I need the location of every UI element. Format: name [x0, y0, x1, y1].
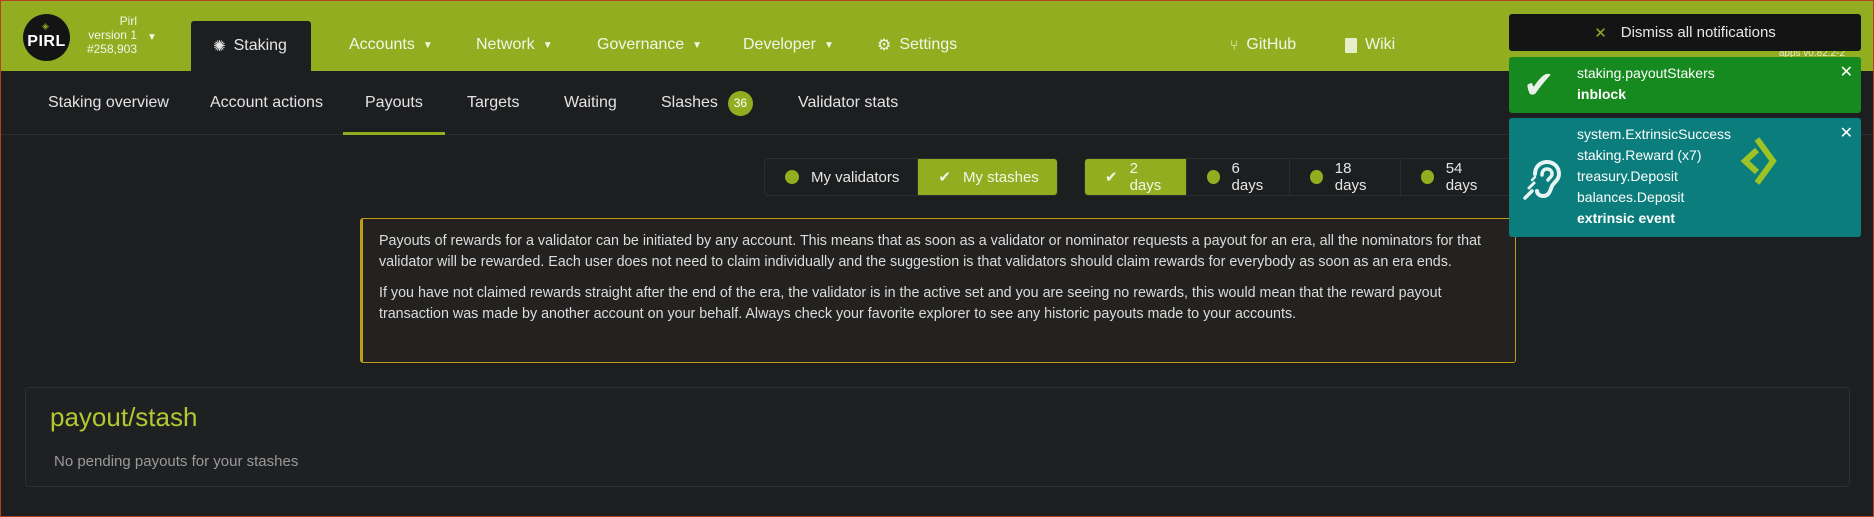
tab-slashes[interactable]: Slashes 36 — [661, 71, 753, 135]
toggle-label: My validators — [811, 168, 900, 186]
radio-dot-icon — [1310, 170, 1323, 184]
nav-network[interactable]: Network ▼ — [476, 35, 553, 55]
toggle-label: 54 days — [1445, 160, 1478, 194]
tab-payouts[interactable]: Payouts — [343, 71, 445, 135]
toggle-my-stashes[interactable]: ✔ My stashes — [918, 159, 1057, 195]
toggle-2-days[interactable]: ✔ 2 days — [1085, 159, 1187, 195]
info-paragraph: Payouts of rewards for a validator can b… — [379, 233, 1481, 270]
chain-version: version 1 — [88, 28, 137, 42]
nav-settings-label: Settings — [899, 36, 958, 53]
notification-text: staking.payoutStakers inblock — [1577, 63, 1715, 105]
chain-logo[interactable]: ◈ PIRL — [23, 14, 70, 61]
radio-dot-icon — [1421, 170, 1434, 184]
radio-dot-icon — [785, 170, 799, 184]
logo-text: PIRL — [27, 32, 66, 50]
tab-label: Validator stats — [798, 94, 899, 111]
pirl-diamond-icon — [1740, 137, 1777, 185]
toggle-label: 2 days — [1129, 160, 1162, 194]
toggle-18-days[interactable]: 18 days — [1290, 159, 1402, 195]
close-icon[interactable]: ✕ — [1840, 62, 1853, 82]
toggle-54-days[interactable]: 54 days — [1401, 159, 1511, 195]
tab-label: Staking overview — [48, 94, 169, 111]
check-icon: ✔ — [1523, 65, 1555, 107]
book-icon — [1345, 37, 1357, 53]
block-number: #258,903 — [86, 42, 137, 56]
nav-accounts-label: Accounts — [349, 36, 415, 53]
info-paragraph: If you have not claimed rewards straight… — [379, 285, 1442, 322]
nav-network-label: Network — [476, 36, 535, 53]
toggle-my-validators[interactable]: My validators — [765, 159, 919, 195]
assistive-listening-icon — [1523, 159, 1562, 200]
dismiss-label: Dismiss all notifications — [1620, 24, 1776, 41]
nav-staking-label: Staking — [233, 37, 287, 54]
tab-validator-stats[interactable]: Validator stats — [798, 71, 898, 135]
tab-targets[interactable]: Targets — [467, 71, 519, 135]
nav-accounts[interactable]: Accounts ▼ — [349, 35, 433, 55]
tab-label: Targets — [467, 94, 520, 111]
dismiss-all-notifications-button[interactable]: ✕ Dismiss all notifications — [1509, 14, 1861, 51]
nav-github-label: GitHub — [1246, 36, 1297, 53]
pirl-diamond-icon: ◈ — [42, 21, 50, 31]
notification-status: inblock — [1577, 86, 1627, 102]
nav-governance-label: Governance — [597, 36, 685, 53]
card-title: payout/stash — [50, 402, 198, 432]
slashes-count-badge: 36 — [727, 90, 753, 116]
radio-dot-icon — [1206, 170, 1220, 184]
nav-github[interactable]: ⑂ GitHub — [1230, 35, 1296, 55]
chain-name: Pirl — [119, 14, 137, 28]
notification-status: extrinsic event — [1577, 210, 1676, 226]
staking-icon: ✺ — [213, 38, 226, 55]
nav-staking[interactable]: ✺ Staking — [191, 21, 311, 71]
chevron-down-icon: ▼ — [823, 39, 834, 51]
tab-account-actions[interactable]: Account actions — [210, 71, 323, 135]
check-icon: ✔ — [938, 169, 951, 186]
chain-selector[interactable]: Pirl version 1 #258,903 — [75, 14, 137, 56]
event-line: system.ExtrinsicSuccess — [1577, 126, 1732, 142]
nav-developer[interactable]: Developer ▼ — [743, 35, 834, 55]
check-icon: ✔ — [1105, 169, 1118, 186]
event-line: balances.Deposit — [1577, 189, 1685, 205]
period-filter: ✔ 2 days 6 days 18 days 54 days — [1084, 158, 1512, 196]
event-line: treasury.Deposit — [1577, 168, 1678, 184]
notification-method: staking.payoutStakers — [1577, 65, 1715, 81]
code-branch-icon: ⑂ — [1230, 37, 1239, 53]
close-icon: ✕ — [1594, 24, 1607, 42]
nav-wiki[interactable]: Wiki — [1345, 35, 1395, 55]
payouts-info-box: Payouts of rewards for a validator can b… — [360, 218, 1516, 363]
event-line: staking.Reward (x7) — [1577, 147, 1702, 163]
tab-label: Account actions — [210, 94, 323, 111]
notification-inblock: ✔ staking.payoutStakers inblock ✕ — [1509, 57, 1861, 113]
tab-staking-overview[interactable]: Staking overview — [48, 71, 169, 135]
nav-settings[interactable]: ⚙ Settings — [877, 35, 957, 55]
close-icon[interactable]: ✕ — [1840, 123, 1853, 143]
toggle-label: 18 days — [1334, 160, 1367, 194]
chevron-down-icon[interactable]: ▼ — [147, 32, 157, 43]
tab-waiting[interactable]: Waiting — [564, 71, 617, 135]
owner-filter: My validators ✔ My stashes — [764, 158, 1058, 196]
chevron-down-icon: ▼ — [692, 39, 703, 51]
gears-icon: ⚙ — [877, 37, 892, 54]
nav-governance[interactable]: Governance ▼ — [597, 35, 702, 55]
nav-wiki-label: Wiki — [1365, 36, 1396, 53]
tab-label: Slashes — [661, 94, 718, 111]
tab-label: Waiting — [564, 94, 617, 111]
toggle-label: 6 days — [1231, 160, 1264, 194]
payout-stash-card: payout/stash No pending payouts for your… — [25, 387, 1850, 487]
chevron-down-icon: ▼ — [422, 39, 433, 51]
empty-message: No pending payouts for your stashes — [54, 453, 299, 470]
notification-extrinsic-event: system.ExtrinsicSuccess staking.Reward (… — [1509, 118, 1861, 237]
chevron-down-icon: ▼ — [542, 39, 553, 51]
notification-text: system.ExtrinsicSuccess staking.Reward (… — [1577, 124, 1731, 229]
nav-developer-label: Developer — [743, 36, 816, 53]
toggle-6-days[interactable]: 6 days — [1187, 159, 1291, 195]
tab-label: Payouts — [365, 94, 423, 111]
toggle-label: My stashes — [962, 168, 1039, 186]
